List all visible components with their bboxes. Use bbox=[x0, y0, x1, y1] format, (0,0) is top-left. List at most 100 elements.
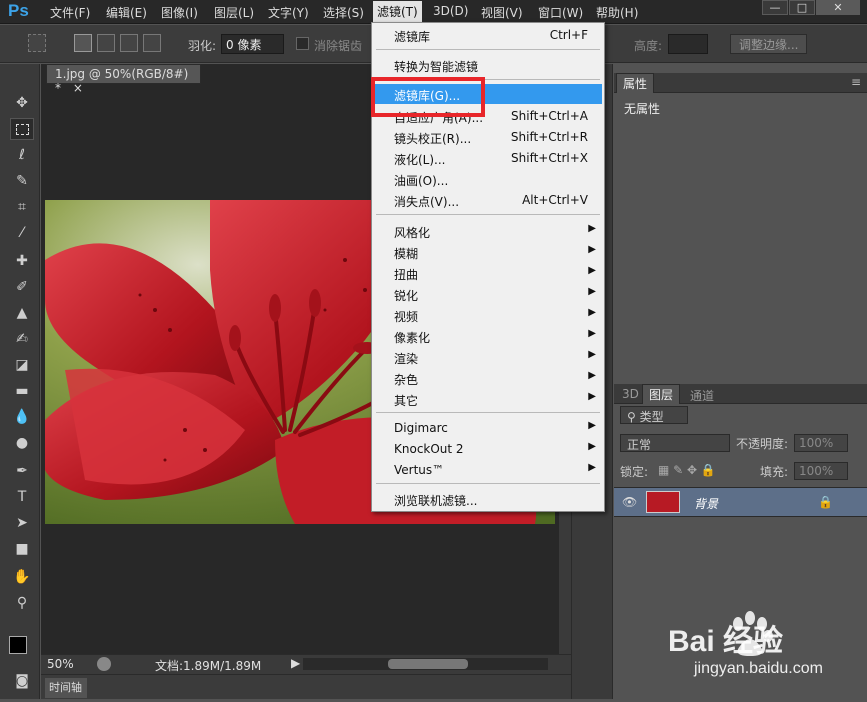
menu-3d[interactable]: 3D(D) bbox=[433, 4, 468, 18]
menu-edit[interactable]: 编辑(E) bbox=[106, 4, 147, 21]
submenu-arrow-icon: ▶ bbox=[588, 420, 596, 431]
menu-item-adaptive-wide-angle[interactable]: 自适应广角(A)... Shift+Ctrl+A bbox=[374, 106, 602, 126]
antialias-checkbox[interactable] bbox=[296, 37, 309, 50]
menu-item-noise[interactable]: 杂色 ▶ bbox=[374, 368, 602, 388]
tab-3d[interactable]: 3D bbox=[622, 387, 639, 401]
type-tool-icon[interactable]: T bbox=[10, 486, 34, 508]
opacity-input[interactable]: 100% bbox=[794, 434, 848, 452]
marquee-preset-icon[interactable] bbox=[28, 34, 46, 52]
menu-item-liquify[interactable]: 液化(L)... Shift+Ctrl+X bbox=[374, 148, 602, 168]
zoom-level[interactable]: 50% bbox=[47, 657, 74, 671]
menu-image[interactable]: 图像(I) bbox=[161, 4, 198, 21]
menu-bar: Ps 文件(F) 编辑(E) 图像(I) 图层(L) 文字(Y) 选择(S) 滤… bbox=[0, 0, 867, 24]
menu-item-vanishing-point[interactable]: 消失点(V)... Alt+Ctrl+V bbox=[374, 190, 602, 210]
menu-type[interactable]: 文字(Y) bbox=[268, 4, 309, 21]
intersect-selection-icon[interactable] bbox=[143, 34, 161, 52]
menu-help[interactable]: 帮助(H) bbox=[596, 4, 638, 21]
close-window-button[interactable]: ✕ bbox=[816, 0, 860, 15]
menu-item-pixelate[interactable]: 像素化 ▶ bbox=[374, 326, 602, 346]
blur-tool-icon[interactable]: 💧 bbox=[10, 406, 34, 428]
blend-mode-select[interactable]: 正常 bbox=[620, 434, 730, 452]
fill-label: 填充: bbox=[760, 465, 789, 479]
document-tab[interactable]: 1.jpg @ 50%(RGB/8#) * × bbox=[46, 64, 201, 95]
minimize-button[interactable]: — bbox=[762, 0, 788, 15]
lock-label: 锁定: bbox=[620, 465, 649, 479]
timeline-bar: 时间轴 bbox=[41, 674, 571, 699]
clone-stamp-icon[interactable]: ▲ bbox=[10, 302, 34, 324]
hand-tool-icon[interactable]: ✋ bbox=[10, 566, 34, 588]
menu-item-knockout[interactable]: KnockOut 2 ▶ bbox=[374, 439, 602, 459]
menu-item-vertus[interactable]: Vertus™ ▶ bbox=[374, 460, 602, 480]
new-selection-icon[interactable] bbox=[74, 34, 92, 52]
path-select-tool-icon[interactable]: ➤ bbox=[10, 512, 34, 534]
lock-icons[interactable]: ▦ ✎ ✥ 🔒 bbox=[658, 463, 716, 477]
menu-item-distort[interactable]: 扭曲 ▶ bbox=[374, 263, 602, 283]
rectangle-tool-icon[interactable]: ■ bbox=[10, 538, 34, 560]
horizontal-scrollbar[interactable] bbox=[303, 658, 548, 670]
layer-name[interactable]: 背景 bbox=[694, 495, 718, 512]
menu-select[interactable]: 选择(S) bbox=[323, 4, 364, 21]
submenu-arrow-icon: ▶ bbox=[588, 462, 596, 473]
refine-edge-button[interactable]: 调整边缘... bbox=[730, 34, 808, 54]
marquee-tool-icon[interactable] bbox=[10, 118, 34, 140]
timeline-tab[interactable]: 时间轴 bbox=[45, 678, 87, 698]
maximize-button[interactable]: □ bbox=[789, 0, 815, 15]
menu-filter[interactable]: 滤镜(T) bbox=[373, 1, 422, 23]
feather-input[interactable]: 0 像素 bbox=[221, 34, 284, 54]
filter-menu: 滤镜库 Ctrl+F 转换为智能滤镜 滤镜库(G)... 自适应广角(A)...… bbox=[371, 22, 605, 512]
height-input[interactable] bbox=[668, 34, 708, 54]
menu-item-render[interactable]: 渲染 ▶ bbox=[374, 347, 602, 367]
quick-mask-icon[interactable]: ◙ bbox=[10, 670, 34, 692]
panel-menu-icon[interactable]: ≡ bbox=[851, 75, 861, 89]
menu-item-lens-correction[interactable]: 镜头校正(R)... Shift+Ctrl+R bbox=[374, 127, 602, 147]
move-tool-icon[interactable]: ✥ bbox=[10, 92, 34, 114]
dodge-tool-icon[interactable]: ● bbox=[10, 432, 34, 454]
tab-properties[interactable]: 属性 bbox=[616, 73, 655, 93]
history-brush-icon[interactable]: ✍ bbox=[10, 328, 34, 350]
eyedropper-tool-icon[interactable]: ⁄ bbox=[10, 222, 34, 244]
tab-channels[interactable]: 通道 bbox=[690, 387, 714, 404]
menu-layer[interactable]: 图层(L) bbox=[214, 4, 254, 21]
foreground-color-swatch[interactable] bbox=[9, 636, 27, 654]
menu-item-label: KnockOut 2 bbox=[394, 442, 464, 456]
menu-file[interactable]: 文件(F) bbox=[50, 4, 90, 21]
quick-select-tool-icon[interactable]: ✎ bbox=[10, 170, 34, 192]
status-info-icon[interactable] bbox=[97, 657, 111, 671]
menu-item-convert-smart-filter[interactable]: 转换为智能滤镜 bbox=[374, 55, 602, 75]
layer-row-background[interactable]: 👁 背景 🔒 bbox=[614, 487, 867, 517]
subtract-selection-icon[interactable] bbox=[120, 34, 138, 52]
lasso-tool-icon[interactable]: ℓ bbox=[10, 144, 34, 166]
menu-view[interactable]: 视图(V) bbox=[481, 4, 523, 21]
menu-item-filter-gallery[interactable]: 滤镜库(G)... bbox=[374, 84, 602, 104]
crop-tool-icon[interactable]: ⌗ bbox=[10, 196, 34, 218]
tab-close-icon[interactable]: × bbox=[73, 81, 83, 95]
submenu-arrow-icon: ▶ bbox=[588, 223, 596, 234]
menu-item-digimarc[interactable]: Digimarc ▶ bbox=[374, 418, 602, 438]
add-selection-icon[interactable] bbox=[97, 34, 115, 52]
menu-item-last-filter[interactable]: 滤镜库 Ctrl+F bbox=[374, 25, 602, 45]
menu-item-sharpen[interactable]: 锐化 ▶ bbox=[374, 284, 602, 304]
menu-window[interactable]: 窗口(W) bbox=[538, 4, 583, 21]
menu-item-other[interactable]: 其它 ▶ bbox=[374, 389, 602, 409]
menu-item-blur[interactable]: 模糊 ▶ bbox=[374, 242, 602, 262]
watermark-brand: Bai 经验 bbox=[668, 625, 784, 658]
layer-filter-kind: 类型 bbox=[639, 410, 664, 424]
pen-tool-icon[interactable]: ✒ bbox=[10, 460, 34, 482]
gradient-tool-icon[interactable]: ▬ bbox=[10, 380, 34, 402]
tools-panel: ✥ ℓ ✎ ⌗ ⁄ ✚ ✐ ▲ ✍ ◪ ▬ 💧 ● ✒ T ➤ ■ ✋ ⚲ ◙ bbox=[0, 64, 40, 699]
status-menu-arrow-icon[interactable]: ▶ bbox=[291, 656, 300, 670]
menu-item-oil-paint[interactable]: 油画(O)... bbox=[374, 169, 602, 189]
brush-tool-icon[interactable]: ✐ bbox=[10, 276, 34, 298]
zoom-tool-icon[interactable]: ⚲ bbox=[10, 592, 34, 614]
fill-input[interactable]: 100% bbox=[794, 462, 848, 480]
menu-item-stylize[interactable]: 风格化 ▶ bbox=[374, 221, 602, 241]
visibility-eye-icon[interactable]: 👁 bbox=[622, 495, 637, 509]
healing-brush-icon[interactable]: ✚ bbox=[10, 250, 34, 272]
menu-item-video[interactable]: 视频 ▶ bbox=[374, 305, 602, 325]
scrollbar-thumb[interactable] bbox=[388, 659, 468, 669]
tab-layers[interactable]: 图层 bbox=[642, 384, 681, 404]
submenu-arrow-icon: ▶ bbox=[588, 370, 596, 381]
eraser-tool-icon[interactable]: ◪ bbox=[10, 354, 34, 376]
menu-item-browse-online-filters[interactable]: 浏览联机滤镜... bbox=[374, 489, 602, 509]
layer-filter-select[interactable]: ⚲ 类型 bbox=[620, 406, 688, 424]
